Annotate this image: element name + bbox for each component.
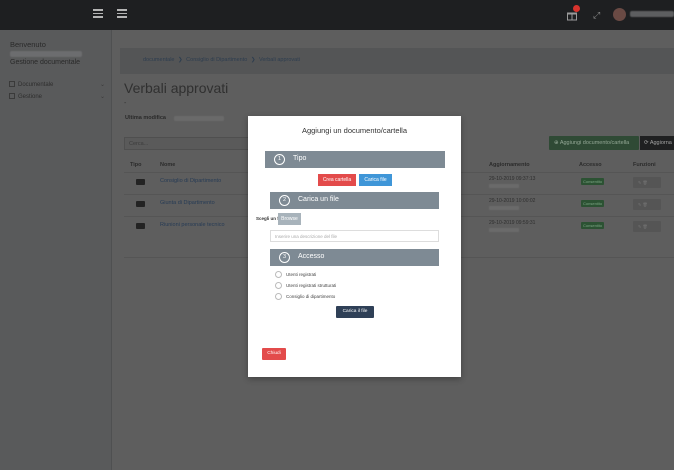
notification-badge [573,5,580,12]
last-modified-label: Ultima modifica [125,115,166,121]
welcome-text: Benvenuto [10,40,46,49]
step-number: 3 [279,252,290,263]
section-carica-file: 2 Carica un file [270,192,439,209]
access-option-utenti-registrati[interactable]: Utenti registrati [275,271,395,279]
avatar[interactable] [613,8,626,21]
folder-icon [136,223,145,229]
row-name-link[interactable]: Consiglio di Dipartimento [160,178,221,184]
access-option-utenti-strutturati[interactable]: Utenti registrati strutturati [275,282,395,290]
row-updated-by-redacted [489,228,519,232]
main-menu-icon[interactable] [117,9,127,18]
user-name-redacted [10,51,82,57]
radio-label: Utenti registrati [286,272,317,277]
row-updated-by-redacted [489,184,519,188]
folder-icon [136,179,145,185]
area-title: Gestione documentale [10,59,81,66]
search-input[interactable]: Cerca... [124,137,252,150]
chevron-right-icon: ❯ [178,57,183,63]
add-document-button[interactable]: ⊕ Aggiungi documento/cartella [549,136,639,150]
row-name-link[interactable]: Giunta di Dipartimento [160,200,215,206]
radio-icon[interactable] [275,271,282,278]
section-label: Carica un file [298,196,339,203]
page-subtitle: - [124,100,127,107]
description-input[interactable]: Inserire una descrizione del file [270,230,439,242]
top-bar: ⤢ [0,0,674,30]
step-number: 2 [279,195,290,206]
page-title: Verbali approvati [124,80,229,96]
browse-button[interactable]: Browse [278,213,301,225]
column-header: Aggiornamento [489,162,530,168]
column-header: Funzioni [633,162,656,168]
access-option-consiglio[interactable]: Consiglio di dipartimento [275,293,395,301]
sidebar-toggle-icon[interactable] [93,9,103,18]
column-header: Tipo [130,162,142,168]
folder-icon [136,201,145,207]
row-name-link[interactable]: Riunioni personale tecnico [160,222,225,228]
access-badge: Consentito [581,222,604,229]
access-badge: Consentito [581,178,604,185]
radio-icon[interactable] [275,293,282,300]
row-updated: 29-10-2019 10:00:02 [489,198,536,204]
radio-label: Consiglio di dipartimento [286,294,336,299]
refresh-button[interactable]: ⟳ Aggiorna [640,136,674,150]
section-tipo: 1 Tipo [265,151,445,168]
chevron-down-icon: ⌄ [99,82,105,88]
access-badge: Consentito [581,200,604,207]
chevron-down-icon: ⌄ [99,94,105,100]
section-accesso: 3 Accesso [270,249,439,266]
radio-icon[interactable] [275,282,282,289]
folder-icon [9,81,15,87]
user-name-redacted[interactable] [630,11,674,17]
create-folder-button[interactable]: Crea cartella [318,174,356,186]
row-updated-by-redacted [489,206,519,210]
sidebar-item-gestione[interactable]: Gestione ⌄ [9,93,105,102]
row-actions[interactable]: ✎ 🗑 [633,199,661,210]
row-actions[interactable]: ✎ 🗑 [633,221,661,232]
users-icon [9,93,15,99]
row-updated: 29-10-2019 09:37:13 [489,176,536,182]
breadcrumb-item[interactable]: Consiglio di Dipartimento [186,57,247,63]
add-document-modal: Aggiungi un documento/cartella 1 Tipo Cr… [248,116,461,377]
close-button[interactable]: Chiudi [262,348,286,360]
upload-file-button[interactable]: Carica file [359,174,392,186]
step-number: 1 [274,154,285,165]
last-modified-redacted [174,116,224,121]
sidebar: Benvenuto Gestione documentale Documenta… [0,30,112,470]
upload-submit-button[interactable]: Carica il file [336,306,374,318]
sidebar-item-documentale[interactable]: Documentale ⌄ [9,81,105,90]
column-header: Nome [160,162,176,168]
breadcrumb-item[interactable]: Verbali approvati [259,57,300,63]
row-actions[interactable]: ✎ 🗑 [633,177,661,188]
radio-label: Utenti registrati strutturati [286,283,337,288]
column-header: Accesso [579,162,602,168]
row-updated: 29-10-2019 09:59:31 [489,220,536,226]
section-label: Accesso [298,253,325,260]
chevron-right-icon: ❯ [250,57,256,63]
expand-icon[interactable]: ⤢ [593,10,603,20]
breadcrumb: documentale ❯ Consiglio di Dipartimento … [120,48,674,74]
breadcrumb-item[interactable]: documentale [143,57,175,63]
sidebar-item-label: Gestione [18,94,43,100]
sidebar-item-label: Documentale [18,82,54,88]
section-label: Tipo [293,155,307,162]
modal-title: Aggiungi un documento/cartella [301,126,408,135]
